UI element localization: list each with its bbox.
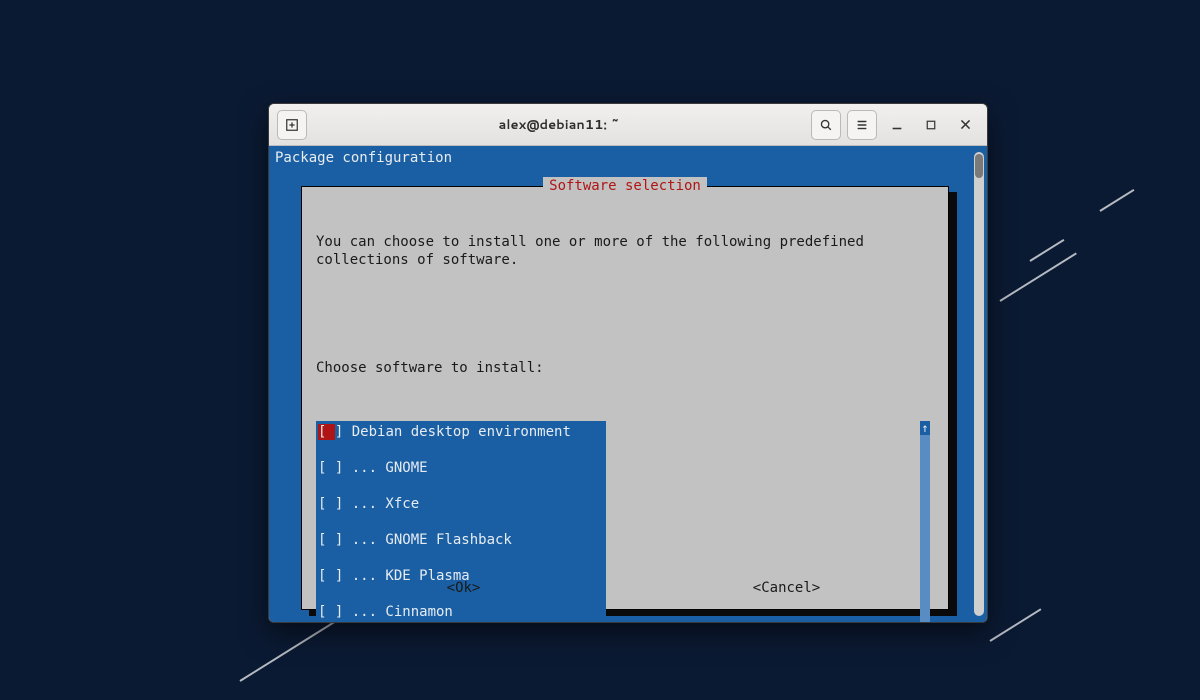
software-option[interactable]: [ ] ... GNOME Flashback xyxy=(318,531,600,549)
hamburger-menu-button[interactable] xyxy=(847,110,877,140)
cancel-button[interactable]: <Cancel> xyxy=(625,579,948,597)
titlebar: alex@debian11: ~ xyxy=(269,104,987,146)
package-config-header: Package configuration xyxy=(269,146,987,168)
software-option[interactable]: [ ] Debian desktop environment xyxy=(318,423,600,441)
software-option[interactable]: [ ] ... GNOME xyxy=(318,459,600,477)
minimize-button[interactable] xyxy=(883,111,911,139)
decor-line xyxy=(989,608,1041,641)
maximize-button[interactable] xyxy=(917,111,945,139)
search-button[interactable] xyxy=(811,110,841,140)
terminal-scroll-thumb[interactable] xyxy=(975,154,983,178)
new-tab-icon xyxy=(285,118,299,132)
close-button[interactable] xyxy=(951,111,979,139)
dialog-intro-text: You can choose to install one or more of… xyxy=(316,233,934,269)
hamburger-icon xyxy=(855,118,869,132)
decor-line xyxy=(999,252,1076,301)
dialog-prompt: Choose software to install: xyxy=(316,359,934,377)
terminal-content[interactable]: Package configuration Software selection… xyxy=(269,146,987,622)
terminal-scrollbar[interactable] xyxy=(974,152,984,616)
tasksel-dialog: Software selection You can choose to ins… xyxy=(301,186,949,610)
search-icon xyxy=(819,118,833,132)
software-option[interactable]: [ ] ... Cinnamon xyxy=(318,603,600,621)
new-tab-button[interactable] xyxy=(277,110,307,140)
scroll-up-arrow[interactable]: ↑ xyxy=(920,421,930,435)
dialog-title: Software selection xyxy=(543,177,707,195)
maximize-icon xyxy=(925,119,937,131)
decor-line xyxy=(1029,239,1064,262)
close-icon xyxy=(959,118,972,131)
minimize-icon xyxy=(890,118,904,132)
software-option[interactable]: [ ] ... Xfce xyxy=(318,495,600,513)
terminal-window: alex@debian11: ~ Package configuration xyxy=(268,103,988,623)
window-title: alex@debian11: ~ xyxy=(313,116,805,134)
ok-button[interactable]: <Ok> xyxy=(302,579,625,597)
decor-line xyxy=(1099,189,1134,212)
